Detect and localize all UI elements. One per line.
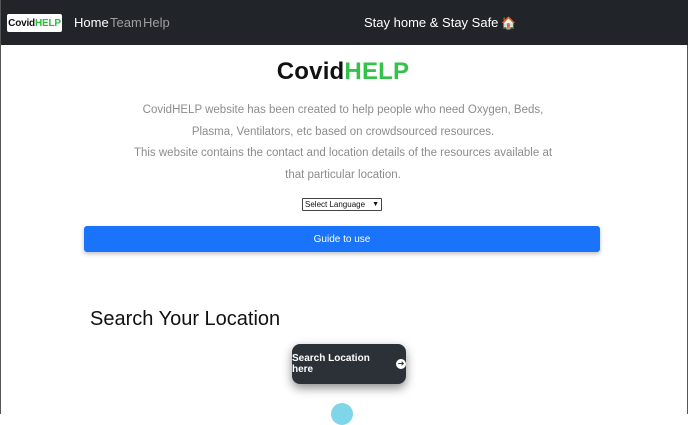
search-location-heading: Search Your Location — [90, 308, 281, 330]
intro-line-1: CovidHELP website has been created to he… — [142, 104, 544, 116]
logo-covid-text: Covid — [276, 58, 345, 85]
decorative-circle — [331, 403, 353, 425]
house-icon: 🏠 — [501, 15, 517, 30]
guide-button[interactable]: Guide to use — [84, 226, 600, 252]
nav-link-home[interactable]: Home — [74, 15, 109, 30]
top-navbar: Covid HELP Home Team Help Stay home & Sta… — [1, 0, 688, 45]
intro-paragraph: CovidHELP website has been created to he… — [131, 100, 555, 186]
nav-tagline: Stay home & Stay Safe 🏠 — [364, 15, 516, 30]
brand-help-text: HELP — [34, 17, 61, 29]
language-select-value: Select Language — [305, 200, 366, 209]
nav-tagline-text: Stay home & Stay Safe — [364, 15, 499, 30]
brand-logo[interactable]: Covid HELP — [7, 14, 62, 32]
language-select[interactable]: Select Language ▼ — [302, 198, 382, 211]
nav-link-help[interactable]: Help — [143, 15, 170, 30]
search-location-button-label: Search Location here — [292, 353, 370, 375]
intro-line-2: Plasma, Ventilators, etc based on crowds… — [191, 125, 495, 138]
search-location-button[interactable]: Search Location here ➜ — [292, 344, 406, 384]
logo-help-text: HELP — [344, 58, 410, 85]
site-logo: CovidHELP — [1, 58, 685, 86]
intro-line-4: that particular location. — [285, 168, 401, 181]
intro-line-3: This website contains the contact and lo… — [133, 147, 553, 159]
arrow-right-circle-icon: ➜ — [396, 359, 406, 369]
chevron-down-icon: ▼ — [372, 201, 379, 208]
nav-link-team[interactable]: Team — [110, 15, 142, 30]
brand-covid-text: Covid — [8, 17, 35, 29]
